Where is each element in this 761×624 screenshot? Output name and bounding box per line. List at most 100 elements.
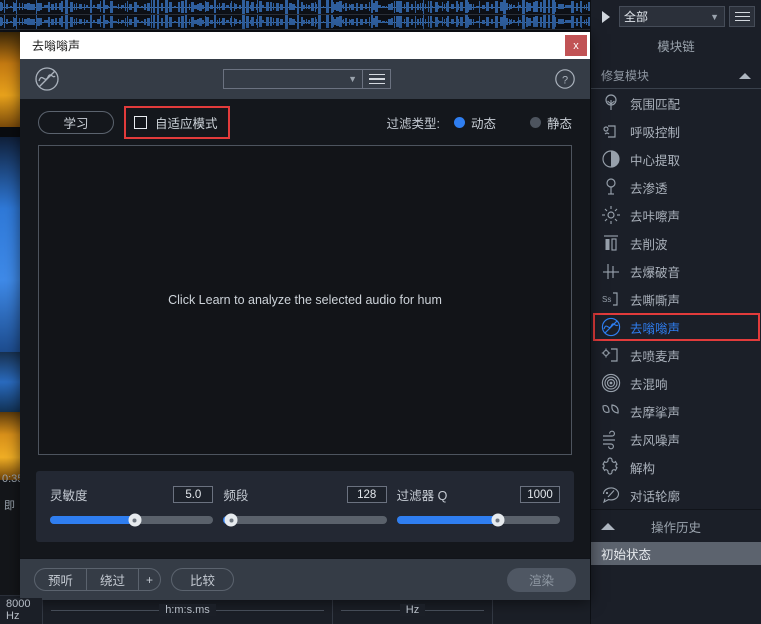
module-item-2[interactable]: 中心提取 [591,145,761,173]
module-item-0[interactable]: 氛围匹配 [591,89,761,117]
chevron-up-icon [601,523,615,530]
filter-type-static-label: 静态 [547,113,572,132]
deconstruct-icon [600,456,622,478]
module-item-3[interactable]: 去渗透 [591,173,761,201]
module-item-label: 去混响 [630,374,668,393]
slider-track[interactable] [223,516,386,524]
module-item-5[interactable]: 去削波 [591,229,761,257]
slider-fill [50,516,135,524]
module-item-1[interactable]: 呼吸控制 [591,117,761,145]
module-item-label: 氛围匹配 [630,94,680,113]
waveform-strip[interactable] [0,0,590,32]
adaptive-mode-checkbox[interactable] [134,116,147,129]
history-section-header[interactable]: 操作历史 [591,509,761,542]
breath-control-icon [600,120,622,142]
de-pop-icon [600,344,622,366]
compare-button[interactable]: 比较 [171,568,234,591]
dialogue-contour-icon [600,484,622,506]
analysis-graph-panel[interactable]: Click Learn to analyze the selected audi… [38,145,572,455]
preview-button[interactable]: 预听 [35,569,86,590]
de-plosive-icon [600,260,622,282]
de-rustle-icon [600,400,622,422]
dialog-title: 去嗡嗡声 [32,37,80,54]
de-hum-dialog: 去嗡嗡声 x ▼ [20,32,590,600]
radio-dot-icon [454,117,465,128]
svg-text:Ss: Ss [602,295,611,304]
slider-label: 过滤器 Q [397,485,448,504]
module-item-10[interactable]: 去混响 [591,369,761,397]
module-item-label: 去嗡嗡声 [630,318,680,337]
module-item-label: 对话轮廓 [630,486,680,505]
module-chain-label: 模块链 [591,27,761,64]
de-clip-icon [600,232,622,254]
dialog-footer: 预听 绕过 + 比较 渲染 [20,558,590,600]
bypass-button[interactable]: 绕过 [86,569,138,590]
de-ess-icon: Ss [600,288,622,310]
radio-dot-icon [530,117,541,128]
slider-label: 灵敏度 [50,485,88,504]
play-icon[interactable] [597,7,615,27]
filter-type-dynamic-label: 动态 [471,113,496,132]
adaptive-mode-checkbox-group[interactable]: 自适应模式 [126,108,228,137]
sidebar-toolbar: 全部 ▼ [591,0,761,27]
slider-knob[interactable] [128,514,141,527]
module-item-8[interactable]: 去嗡嗡声 [591,313,761,341]
render-button[interactable]: 渲染 [507,568,576,592]
repair-modules-label: 修复模块 [601,67,649,84]
module-item-13[interactable]: 解构 [591,453,761,481]
module-item-4[interactable]: 去咔嚓声 [591,201,761,229]
history-list: 初始状态 [591,542,761,624]
history-item-0[interactable]: 初始状态 [591,542,761,565]
de-wind-icon [600,428,622,450]
slider-knob[interactable] [491,514,504,527]
status-time-unit: h:m:s.ms [159,604,216,616]
module-item-label: 去喷麦声 [630,346,680,365]
slider-group-0: 灵敏度 5.0 [50,485,213,524]
module-item-label: 去摩挲声 [630,402,680,421]
instant-label: 即 [4,497,15,513]
dialog-toolbar: ▼ ? [20,59,590,99]
module-item-12[interactable]: 去风噪声 [591,425,761,453]
dialog-titlebar[interactable]: 去嗡嗡声 x [20,32,590,59]
module-item-6[interactable]: 去爆破音 [591,257,761,285]
waveform-channel-left[interactable] [0,0,590,15]
filter-type-static[interactable]: 静态 [530,113,572,132]
slider-knob[interactable] [225,514,238,527]
slider-track[interactable] [50,516,213,524]
filter-type-dynamic[interactable]: 动态 [454,113,496,132]
de-click-icon [600,204,622,226]
slider-value-field[interactable]: 128 [347,486,387,503]
close-icon[interactable]: x [565,35,587,56]
add-button[interactable]: + [138,569,160,590]
module-item-label: 去嘶嘶声 [630,290,680,309]
sidebar-hamburger-icon[interactable] [729,6,755,27]
ambience-match-icon [600,92,622,114]
question-mark-icon[interactable]: ? [554,68,576,90]
slider-group-2: 过滤器 Q 1000 [397,485,560,524]
slider-value-field[interactable]: 1000 [520,486,560,503]
dialog-body: 学习 自适应模式 过滤类型: 动态 静态 [20,99,590,558]
repair-modules-section-header[interactable]: 修复模块 [591,64,761,89]
history-title: 操作历史 [625,517,727,536]
module-item-7[interactable]: Ss 去嘶嘶声 [591,285,761,313]
module-item-label: 去削波 [630,234,668,253]
parameter-sliders: 灵敏度5.0频段128过滤器 Q1000 [36,471,574,542]
slider-value-field[interactable]: 5.0 [173,486,213,503]
graph-placeholder-message: Click Learn to analyze the selected audi… [168,293,442,307]
slider-track[interactable] [397,516,560,524]
preset-menu-icon[interactable] [363,69,391,89]
module-list: 氛围匹配呼吸控制中心提取去渗透去咔嚓声去削波去爆破音 Ss 去嘶嘶声去嗡嗡声去喷麦声… [591,89,761,509]
slider-fill [397,516,498,524]
controls-row: 学习 自适应模式 过滤类型: 动态 静态 [20,99,590,145]
module-item-9[interactable]: 去喷麦声 [591,341,761,369]
module-item-label: 去风噪声 [630,430,680,449]
status-frequency-left: 8000 Hz [0,598,42,622]
module-item-label: 解构 [630,458,655,477]
chevron-up-icon [739,73,751,79]
module-item-11[interactable]: 去摩挲声 [591,397,761,425]
learn-button[interactable]: 学习 [38,111,114,134]
module-item-14[interactable]: 对话轮廓 [591,481,761,509]
module-filter-select[interactable]: 全部 ▼ [619,6,725,27]
preset-select[interactable]: ▼ [223,69,363,89]
waveform-channel-right[interactable] [0,15,590,30]
